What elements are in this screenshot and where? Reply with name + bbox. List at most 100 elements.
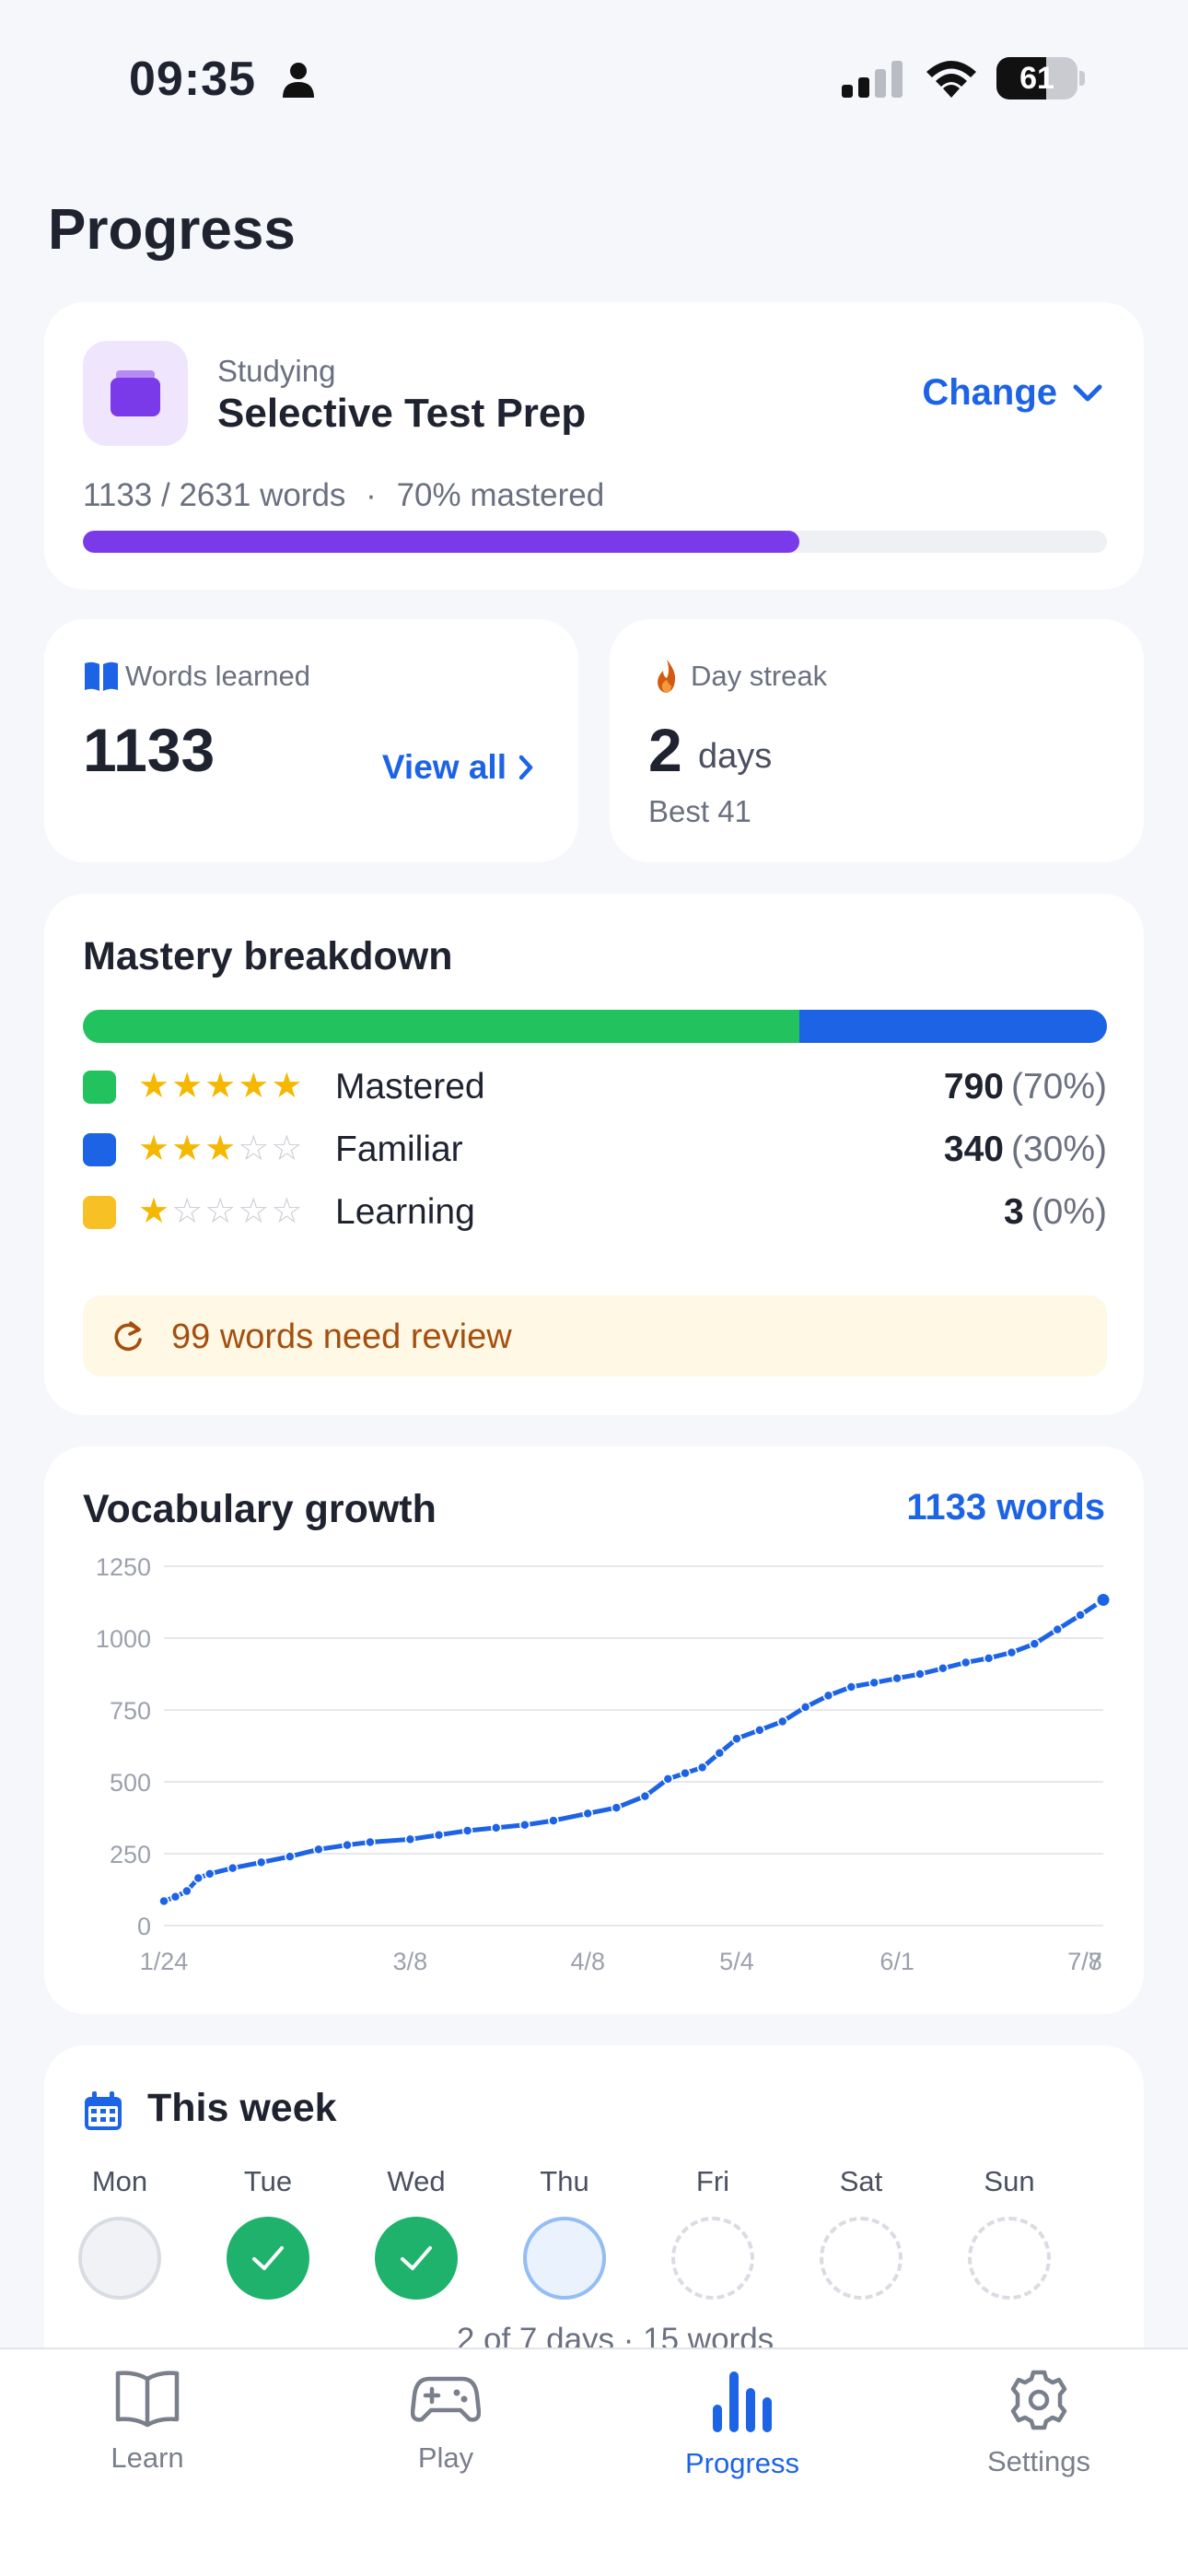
mastery-percent: (0%) (1031, 1192, 1107, 1232)
day-name: Sat (839, 2165, 883, 2197)
tab-progress-label: Progress (684, 2447, 800, 2479)
chart-point (960, 1657, 972, 1669)
battery-percent: 61 (1019, 61, 1054, 96)
chart-x-tick-label: 3/8 (393, 1948, 428, 1975)
change-label: Change (922, 372, 1057, 413)
chart-point (204, 1868, 215, 1879)
streak-unit: days (698, 737, 773, 776)
day-status-circle (375, 2217, 458, 2300)
chart-point (799, 1702, 811, 1713)
star-rating-icon: ★★★★★ (138, 1065, 305, 1106)
review-banner[interactable]: 99 words need review (83, 1295, 1107, 1376)
star-rating-icon: ★☆☆☆☆ (138, 1190, 305, 1231)
tab-progress[interactable]: Progress (650, 2368, 834, 2480)
status-time: 09:35 (129, 53, 256, 106)
mastery-swatch (83, 1196, 116, 1229)
chart-point (365, 1836, 376, 1848)
day-status-circle (968, 2217, 1051, 2300)
chart-y-tick-label: 750 (110, 1697, 151, 1725)
book-open-icon (115, 2371, 180, 2428)
tab-learn[interactable]: Learn (55, 2368, 239, 2475)
mastery-stacked-bar (83, 1010, 1107, 1043)
day-sun: Sun (936, 2165, 1083, 2300)
chevron-right-icon (518, 755, 533, 780)
mastered-percent: 70% mastered (396, 477, 605, 513)
chart-point (548, 1815, 559, 1826)
chart-point (868, 1677, 879, 1689)
day-streak-card: Day streak 2 days Best 41 (610, 619, 1144, 862)
day-thu: Thu (491, 2165, 638, 2300)
chart-y-tick-label: 1000 (96, 1625, 151, 1653)
review-text: 99 words need review (171, 1317, 512, 1356)
chart-point (158, 1895, 169, 1907)
vocabulary-growth-card: Vocabulary growth 1133 words 0 250 500 750 1… (44, 1446, 1144, 2014)
tab-settings-label: Settings (986, 2445, 1090, 2477)
chart-point (285, 1851, 296, 1862)
check-icon (252, 2246, 284, 2270)
check-icon (401, 2246, 432, 2270)
mastery-swatch (83, 1133, 116, 1166)
chart-series-line (163, 1598, 1105, 1903)
bar-chart-icon (713, 2371, 772, 2432)
day-status-circle (523, 2217, 606, 2300)
view-all-button[interactable]: View all (382, 748, 534, 787)
mastery-swatch (83, 1071, 116, 1104)
tab-play[interactable]: Play (354, 2368, 538, 2475)
status-bar: 09:35 61 (0, 0, 1188, 138)
day-sat: Sat (787, 2165, 935, 2300)
chart-point (891, 1672, 903, 1684)
mastery-breakdown-card: Mastery breakdown ★★★★★ Mastered 790 (70%) ★… (44, 894, 1144, 1415)
mastery-label: Familiar (335, 1130, 463, 1169)
mastery-count: 3 (1003, 1192, 1024, 1232)
deck-stats: 1133 / 2631 words · 70% mastered (83, 477, 605, 513)
tab-settings[interactable]: Settings (947, 2368, 1131, 2478)
mastery-row: ★☆☆☆☆ Learning 3 (0%) (83, 1185, 1107, 1240)
deck-progress-fill (83, 531, 800, 553)
chart-point (1075, 1610, 1086, 1621)
chart-point (227, 1862, 239, 1874)
mastery-label: Mastered (335, 1067, 485, 1107)
chart-point (1094, 1591, 1112, 1610)
studying-label: Studying (217, 354, 336, 388)
chart-point (680, 1767, 691, 1779)
refresh-icon (114, 1321, 142, 1352)
mastery-percent: (70%) (1010, 1067, 1107, 1107)
day-name: Mon (91, 2165, 148, 2197)
mastery-percent: (30%) (1010, 1130, 1107, 1169)
day-name: Thu (540, 2165, 589, 2197)
day-status-circle (227, 2217, 309, 2300)
chart-point (714, 1748, 726, 1759)
view-all-label: View all (381, 748, 507, 786)
gear-icon (1010, 2370, 1067, 2430)
chart-point (639, 1790, 651, 1802)
chart-point (754, 1725, 765, 1736)
day-name: Fri (695, 2165, 730, 2197)
chart-point (342, 1839, 353, 1851)
mastery-bar-segment (799, 1010, 1107, 1043)
chart-x-tick-label: 4/8 (570, 1948, 605, 1975)
change-deck-button[interactable]: Change (922, 372, 1103, 414)
chart-x-tick-label: 7/7 (1067, 1948, 1102, 1975)
chart-point (169, 1891, 181, 1903)
deck-progress-bar (83, 531, 1107, 553)
chart-point (181, 1885, 192, 1897)
calendar-icon (85, 2091, 122, 2130)
growth-title: Vocabulary growth (83, 1487, 437, 1531)
chart-point (776, 1715, 788, 1727)
page-title: Progress (48, 198, 296, 262)
mastery-label: Learning (335, 1192, 475, 1232)
chart-x-tick-label: 6/1 (879, 1948, 914, 1975)
chart-point (983, 1653, 995, 1664)
chart-y-tick-label: 500 (110, 1769, 151, 1797)
words-learned-card: Words learned 1133 View all (44, 619, 578, 862)
chart-point (313, 1844, 324, 1856)
mastery-count: 340 (943, 1130, 1004, 1169)
day-mon: Mon (46, 2165, 193, 2300)
studying-card: Studying Selective Test Prep Change 1133… (44, 302, 1144, 590)
cellular-signal-icon (842, 61, 903, 98)
mastery-bar-segment (83, 1010, 800, 1043)
growth-total: 1133 words (906, 1487, 1105, 1528)
flame-icon (658, 660, 676, 693)
streak-value: 2 (648, 716, 682, 784)
day-wed: Wed (343, 2165, 490, 2300)
